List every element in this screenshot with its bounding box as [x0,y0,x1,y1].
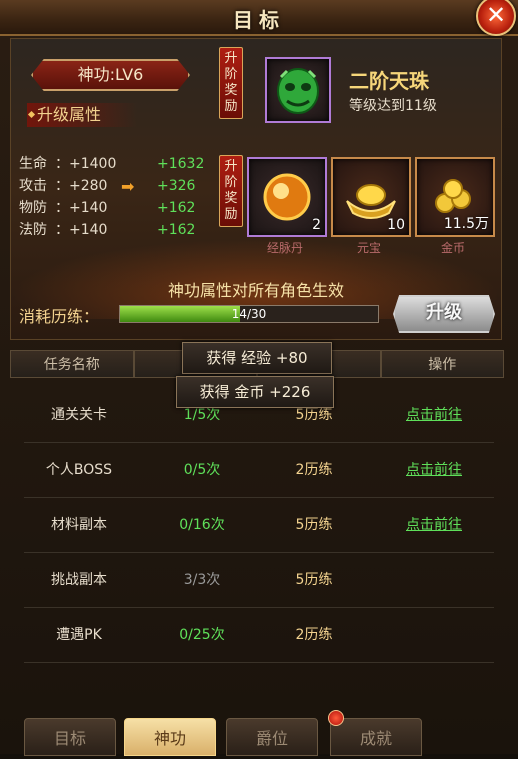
stat-current: +1400 [69,156,117,172]
table-row: 个人BOSS 0/5次 2历练 点击前往 [24,443,494,498]
go-link[interactable]: 点击前往 [384,388,484,442]
stat-name: 法防 [19,222,47,238]
item-count: 11.5万 [443,216,489,232]
level-banner: 神功:LV6 [31,59,190,91]
task-progress: 0/5次 [183,462,221,478]
stat-next: +1632 [157,156,205,172]
task-progress: 3/3次 [183,572,221,588]
window-frame: 目标 ✕ 神功:LV6 升级属性 生命 ：+1400 +1632 攻击 ：+280 +3… [0,0,518,756]
table-row: 遭遇PK 0/25次 2历练 [24,608,494,663]
task-reward: 2历练 [295,627,333,643]
task-reward: 2历练 [295,462,333,478]
advance-reward-badge: 升阶奖励 [219,47,243,119]
upgrade-panel: 神功:LV6 升级属性 生命 ：+1400 +1632 攻击 ：+280 +326 物防… [10,38,502,340]
header-action: 操作 [380,350,504,378]
stat-row-attack: 攻击 ：+280 +326 [19,175,195,195]
task-name: 个人BOSS [45,462,113,478]
toast-exp: 获得 经验 +80 [182,342,332,374]
item-count: 10 [387,217,405,233]
table-row: 材料副本 0/16次 5历练 点击前往 [24,498,494,553]
stat-current: +140 [69,200,108,216]
reward-item-gold-coins[interactable]: 11.5万 [415,157,495,237]
go-link[interactable]: 点击前往 [384,443,484,497]
jade-mask-icon [277,68,319,114]
window-title: 目标 [233,8,285,32]
task-name: 遭遇PK [56,627,102,643]
arrow-right-icon: ➡ [121,177,135,196]
title-bar: 目标 [0,0,518,36]
stat-next: +162 [157,222,196,238]
reward-requirement: 等级达到11级 [349,98,437,114]
item-name: 经脉丹 [266,241,303,255]
tab-target[interactable]: 目标 [24,718,116,756]
task-reward: 5历练 [295,572,333,588]
item-name: 金币 [440,241,465,255]
stat-next: +162 [157,200,196,216]
reward-item-jade-orb[interactable] [265,57,331,123]
item-count: 2 [312,217,321,233]
stat-name: 攻击 [19,178,47,194]
toast-gold: 获得 金币 +226 [176,376,334,408]
task-reward: 5历练 [295,517,333,533]
reward-item-meridian-pill[interactable]: 2 [247,157,327,237]
stat-name: 生命 [19,156,47,172]
task-name: 通关关卡 [51,407,107,423]
tab-achievement[interactable]: 成就 [330,718,422,756]
task-progress: 0/16次 [179,517,225,533]
task-name: 材料副本 [51,517,107,533]
table-row: 挑战副本 3/3次 5历练 [24,553,494,608]
upgrade-button[interactable]: 升级 [393,295,495,333]
experience-progress-bar: 14/30 [119,305,379,323]
task-name: 挑战副本 [51,572,107,588]
notification-dot-icon [328,710,344,726]
stat-current: +140 [69,222,108,238]
task-progress: 0/25次 [179,627,225,643]
item-name: 元宝 [356,241,381,255]
stat-name: 物防 [19,200,47,216]
reward-item-ingot[interactable]: 10 [331,157,411,237]
progress-text: 14/30 [231,307,267,321]
reward-title: 二阶天珠 [349,69,429,93]
header-task-name: 任务名称 [10,350,134,378]
stat-row-hp: 生命 ：+1400 +1632 [19,153,204,173]
consume-label: 消耗历练： [19,307,100,326]
tab-divine-skill[interactable]: 神功 [124,718,216,756]
stat-row-pdef: 物防 ：+140 +162 [19,197,195,217]
go-link[interactable]: 点击前往 [384,498,484,552]
attributes-label: 升级属性 [27,103,137,127]
stat-next: +326 [157,178,196,194]
tab-rank[interactable]: 爵位 [226,718,318,756]
stat-row-mdef: 法防 ：+140 +162 [19,219,195,239]
upgrade-reward-badge: 升阶奖励 [219,155,243,227]
